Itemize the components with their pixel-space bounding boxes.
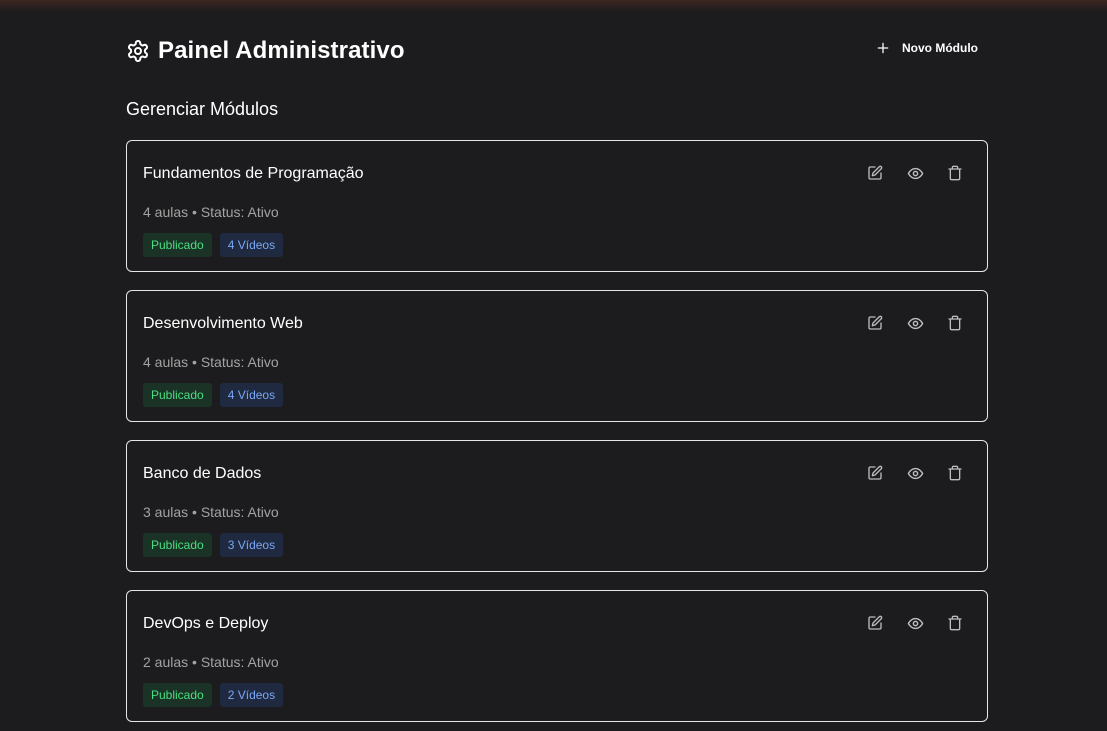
- module-meta: 3 aulas • Status: Ativo: [143, 504, 279, 520]
- module-badges: Publicado 2 Vídeos: [143, 683, 284, 707]
- videos-badge: 4 Vídeos: [219, 383, 284, 407]
- module-actions: [865, 463, 965, 483]
- trash-icon[interactable]: [945, 313, 965, 333]
- title-group: Painel Administrativo: [126, 37, 405, 65]
- module-meta: 2 aulas • Status: Ativo: [143, 654, 279, 670]
- videos-badge: 4 Vídeos: [219, 233, 284, 257]
- trash-icon[interactable]: [945, 613, 965, 633]
- module-meta: 4 aulas • Status: Ativo: [143, 354, 279, 370]
- page-header: Painel Administrativo Novo Módulo: [126, 30, 990, 70]
- module-card: Banco de Dados 3 aulas • Status: Ativo P…: [126, 440, 988, 572]
- plus-icon: [876, 41, 890, 55]
- eye-icon[interactable]: [905, 463, 925, 483]
- status-badge: Publicado: [143, 233, 212, 257]
- module-card: Fundamentos de Programação 4 aulas • Sta…: [126, 140, 988, 272]
- module-badges: Publicado 3 Vídeos: [143, 533, 284, 557]
- status-badge: Publicado: [143, 683, 212, 707]
- module-title: Fundamentos de Programação: [143, 165, 364, 182]
- module-badges: Publicado 4 Vídeos: [143, 383, 284, 407]
- edit-icon[interactable]: [865, 463, 885, 483]
- edit-icon[interactable]: [865, 613, 885, 633]
- trash-icon[interactable]: [945, 163, 965, 183]
- page-title: Painel Administrativo: [158, 37, 405, 64]
- eye-icon[interactable]: [905, 613, 925, 633]
- eye-icon[interactable]: [905, 313, 925, 333]
- module-actions: [865, 613, 965, 633]
- module-card: Desenvolvimento Web 4 aulas • Status: At…: [126, 290, 988, 422]
- eye-icon[interactable]: [905, 163, 925, 183]
- status-badge: Publicado: [143, 533, 212, 557]
- module-title: Desenvolvimento Web: [143, 315, 303, 332]
- top-gradient: [0, 0, 1107, 12]
- videos-badge: 2 Vídeos: [219, 683, 284, 707]
- edit-icon[interactable]: [865, 163, 885, 183]
- module-actions: [865, 163, 965, 183]
- module-actions: [865, 313, 965, 333]
- module-card: DevOps e Deploy 2 aulas • Status: Ativo …: [126, 590, 988, 722]
- module-badges: Publicado 4 Vídeos: [143, 233, 284, 257]
- module-title: Banco de Dados: [143, 465, 262, 482]
- section-title: Gerenciar Módulos: [126, 99, 279, 119]
- gear-icon: [126, 39, 150, 63]
- status-badge: Publicado: [143, 383, 212, 407]
- module-meta: 4 aulas • Status: Ativo: [143, 204, 279, 220]
- trash-icon[interactable]: [945, 463, 965, 483]
- videos-badge: 3 Vídeos: [219, 533, 284, 557]
- module-title: DevOps e Deploy: [143, 615, 269, 632]
- new-module-label: Novo Módulo: [902, 41, 978, 55]
- new-module-button[interactable]: Novo Módulo: [866, 32, 990, 64]
- edit-icon[interactable]: [865, 313, 885, 333]
